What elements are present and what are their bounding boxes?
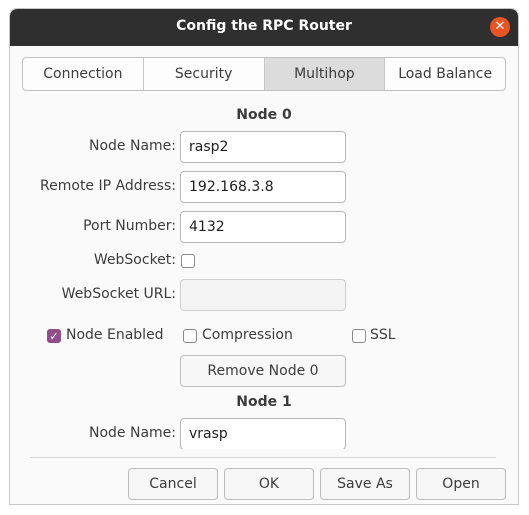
websocket-checkbox[interactable] xyxy=(181,254,195,268)
node-enabled-checkbox[interactable]: ✓ xyxy=(47,329,61,343)
node-1-header: Node 1 xyxy=(236,394,292,410)
close-icon[interactable]: ✕ xyxy=(490,17,510,37)
websocket-url-label: WebSocket URL: xyxy=(61,286,176,302)
open-button[interactable]: Open xyxy=(416,468,506,500)
multihop-panel: Node 0 Node Name: rasp2 Remote IP Addres… xyxy=(22,91,506,449)
compression-checkbox[interactable] xyxy=(183,329,197,343)
node-0-port-field[interactable]: 4132 xyxy=(180,211,346,243)
window-title: Config the RPC Router xyxy=(176,18,352,34)
websocket-url-field[interactable] xyxy=(180,279,346,311)
cancel-button[interactable]: Cancel xyxy=(128,468,218,500)
tab-connection[interactable]: Connection xyxy=(23,58,144,90)
tab-bar: Connection Security Multihop Load Balanc… xyxy=(22,57,506,91)
tab-security[interactable]: Security xyxy=(144,58,265,90)
node-0-remote-ip-field[interactable]: 192.168.3.8 xyxy=(180,171,346,203)
title-bar: Config the RPC Router ✕ xyxy=(10,9,518,46)
remote-ip-label: Remote IP Address: xyxy=(40,178,176,194)
node-0-name-field[interactable]: rasp2 xyxy=(180,131,346,163)
compression-label: Compression xyxy=(202,327,293,343)
port-number-label: Port Number: xyxy=(83,218,176,234)
tab-multihop[interactable]: Multihop xyxy=(264,58,386,90)
remove-node-0-button[interactable]: Remove Node 0 xyxy=(180,355,346,387)
node-enabled-label: Node Enabled xyxy=(66,327,164,343)
button-separator xyxy=(30,457,496,458)
node-0-header: Node 0 xyxy=(236,107,292,123)
node-1-name-field[interactable]: vrasp xyxy=(180,418,346,449)
node-1-name-label: Node Name: xyxy=(88,425,176,441)
ok-button[interactable]: OK xyxy=(224,468,314,500)
save-as-button[interactable]: Save As xyxy=(320,468,410,500)
config-dialog: Config the RPC Router ✕ Connection Secur… xyxy=(9,8,519,505)
ssl-label: SSL xyxy=(370,327,396,343)
node-name-label: Node Name: xyxy=(88,138,176,154)
ssl-checkbox[interactable] xyxy=(352,329,366,343)
tab-load-balance[interactable]: Load Balance xyxy=(385,58,505,90)
websocket-label: WebSocket: xyxy=(93,252,176,268)
